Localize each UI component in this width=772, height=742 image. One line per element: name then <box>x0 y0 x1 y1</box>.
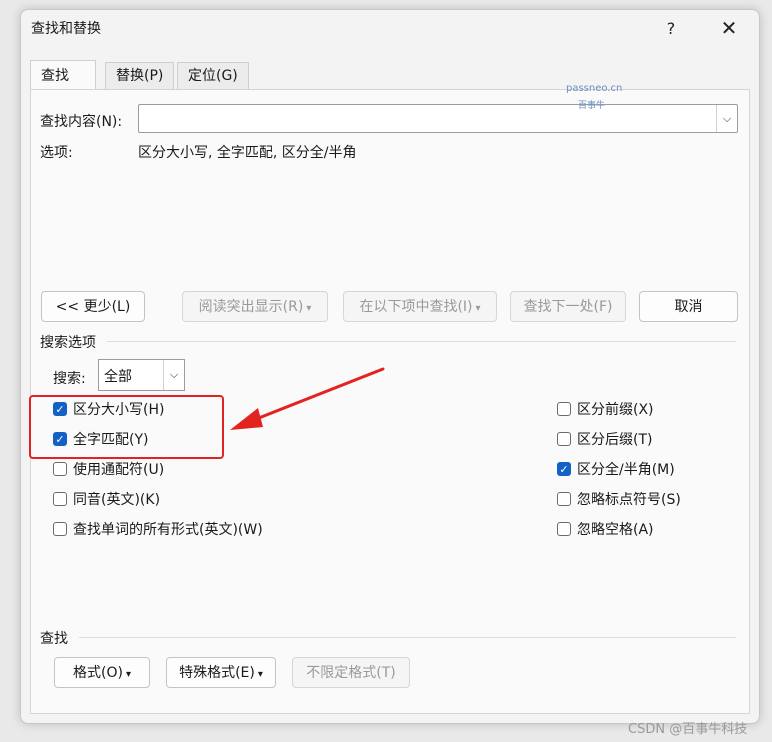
annotation-arrow-icon <box>230 367 385 430</box>
footer-credit: CSDN @百事牛科技 <box>628 722 748 737</box>
